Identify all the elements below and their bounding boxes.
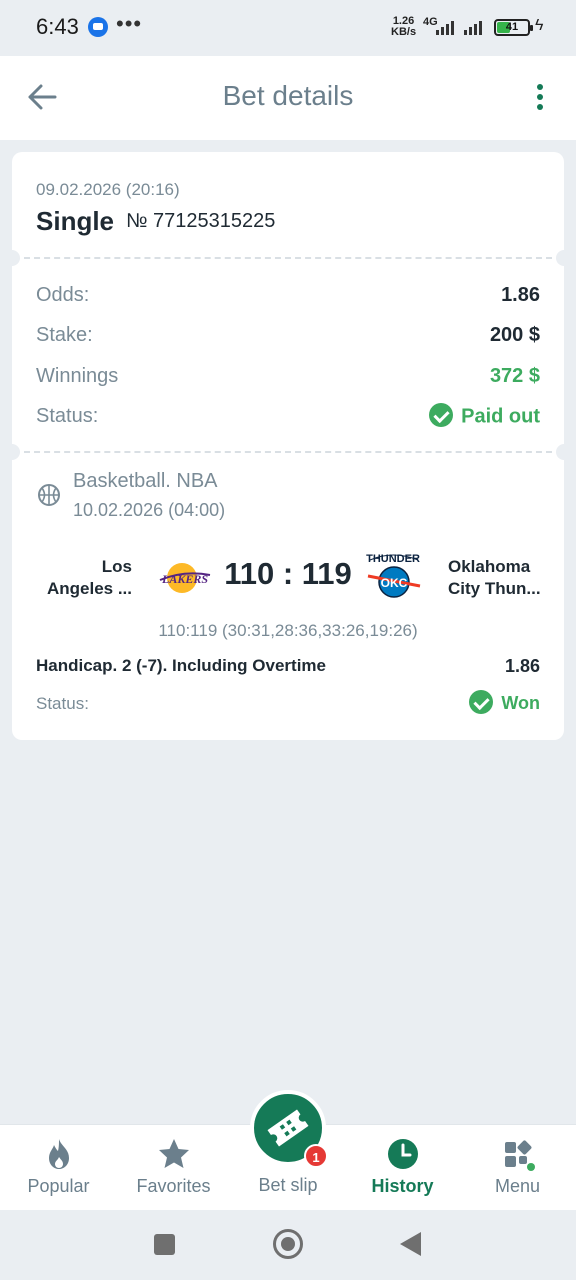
basketball-icon bbox=[38, 484, 60, 506]
odds-label: Odds: bbox=[36, 284, 90, 306]
home-team-name: Los Angeles ... bbox=[36, 556, 132, 600]
battery-level: 41 bbox=[505, 21, 519, 33]
market-odds: 1.86 bbox=[504, 656, 540, 676]
page-title: Bet details bbox=[222, 80, 354, 111]
bet-card: 09.02.2026 (20:16) Single № 77125315225 … bbox=[4, 152, 572, 740]
nav-history-label: History bbox=[371, 1176, 434, 1196]
event-status-value-wrap: Won bbox=[469, 690, 540, 716]
star-icon bbox=[159, 1139, 189, 1168]
status-label: Status: bbox=[36, 405, 99, 427]
event-status-label: Status: bbox=[36, 694, 89, 713]
bet-summary: 09.02.2026 (20:16) Single № 77125315225 bbox=[12, 152, 564, 258]
grid-icon bbox=[505, 1140, 535, 1171]
recent-apps-button[interactable] bbox=[154, 1234, 175, 1255]
check-circle-icon bbox=[469, 690, 494, 714]
sport-league: Basketball. NBA bbox=[73, 470, 218, 492]
bet-slip-badge: 1 bbox=[304, 1144, 328, 1168]
stake-label: Stake: bbox=[36, 324, 93, 346]
away-team-line2: City Thun... bbox=[448, 579, 541, 598]
winnings-value: 372 $ bbox=[489, 365, 540, 387]
market-name: Handicap. 2 (-7). Including Overtime bbox=[36, 656, 326, 675]
home-team-line2: Angeles ... bbox=[46, 579, 132, 598]
nav-favorites[interactable]: Favorites bbox=[116, 1125, 231, 1211]
event-status-value: Won bbox=[501, 692, 540, 713]
more-options-icon[interactable] bbox=[530, 84, 550, 114]
event-date: 10.02.2026 (04:00) bbox=[73, 500, 226, 520]
bet-type: Single bbox=[36, 206, 115, 236]
signal-icon bbox=[436, 20, 454, 35]
final-score: 110 : 119 bbox=[224, 556, 352, 591]
clock-time: 6:43 bbox=[36, 14, 79, 39]
status-value-wrap: Paid out bbox=[429, 403, 540, 429]
svg-text:THUNDER: THUNDER bbox=[366, 553, 420, 565]
home-team-line1: Los bbox=[101, 557, 132, 576]
status-row: Status: Paid out bbox=[36, 403, 540, 435]
speed-unit: KB/s bbox=[391, 26, 417, 38]
system-nav-bar bbox=[0, 1210, 576, 1280]
event-details: Basketball. NBA 10.02.2026 (04:00) Los A… bbox=[12, 452, 564, 740]
stake-row: Stake: 200 $ bbox=[36, 324, 540, 354]
message-notification-icon bbox=[88, 17, 108, 37]
more-notifications-icon: ••• bbox=[116, 11, 143, 36]
nav-menu[interactable]: Menu bbox=[460, 1125, 575, 1211]
app-header: Bet details bbox=[0, 56, 576, 140]
nav-menu-label: Menu bbox=[494, 1176, 541, 1196]
away-team-name: Oklahoma City Thun... bbox=[448, 556, 544, 600]
winnings-label: Winnings bbox=[36, 365, 119, 387]
odds-row: Odds: 1.86 bbox=[36, 284, 540, 314]
clock-icon bbox=[388, 1139, 418, 1169]
charging-icon: ϟ bbox=[535, 17, 544, 34]
period-scores: 110:119 (30:31,28:36,33:26,19:26) bbox=[158, 621, 418, 640]
system-back-button[interactable] bbox=[400, 1232, 421, 1256]
thunder-logo-icon: THUNDER OKC bbox=[366, 553, 421, 598]
odds-value: 1.86 bbox=[501, 284, 540, 306]
bet-number: № 77125315225 bbox=[126, 210, 276, 232]
signal-icon-2 bbox=[464, 20, 482, 35]
bet-date: 09.02.2026 (20:16) bbox=[36, 180, 180, 199]
nav-bet-slip-label[interactable]: Bet slip bbox=[230, 1175, 346, 1196]
nav-popular-label: Popular bbox=[27, 1176, 90, 1196]
nav-history[interactable]: History bbox=[345, 1125, 460, 1211]
nav-favorites-label: Favorites bbox=[136, 1176, 211, 1196]
battery-icon: 41 bbox=[494, 19, 533, 36]
network-speed: 1.26 KB/s bbox=[391, 16, 416, 38]
bet-values: Odds: 1.86 Stake: 200 $ Winnings 372 $ S… bbox=[12, 258, 564, 452]
svg-text:OKC: OKC bbox=[381, 576, 408, 590]
winnings-row: Winnings 372 $ bbox=[36, 365, 540, 395]
svg-text:LAKERS: LAKERS bbox=[161, 572, 208, 586]
flame-icon bbox=[49, 1139, 69, 1169]
stake-value: 200 $ bbox=[489, 324, 540, 346]
away-team-line1: Oklahoma bbox=[448, 557, 531, 576]
lakers-logo-icon: LAKERS bbox=[159, 563, 211, 593]
nav-popular[interactable]: Popular bbox=[1, 1125, 116, 1211]
status-value: Paid out bbox=[461, 405, 540, 428]
status-bar: 6:43 ••• 1.26 KB/s 4G 41 ϟ bbox=[0, 0, 576, 56]
home-button[interactable] bbox=[273, 1229, 303, 1259]
check-circle-icon bbox=[429, 403, 454, 427]
